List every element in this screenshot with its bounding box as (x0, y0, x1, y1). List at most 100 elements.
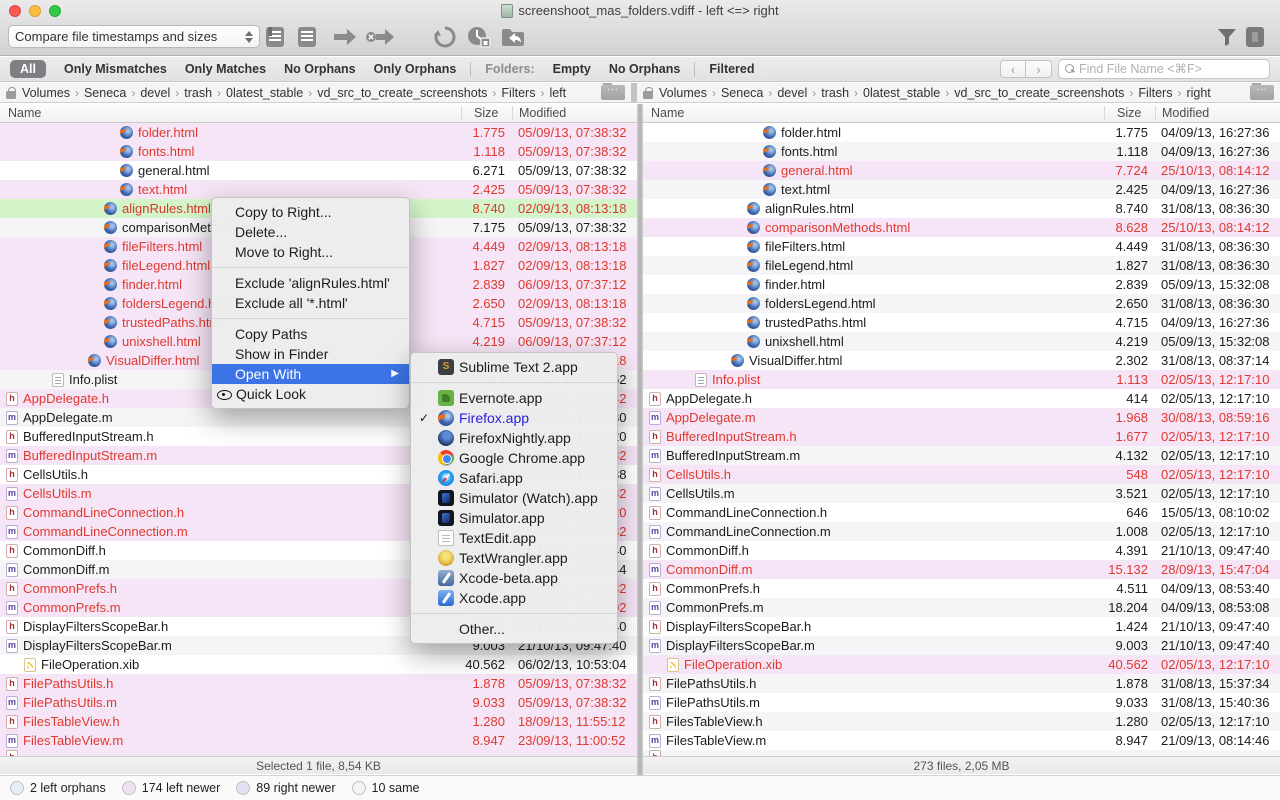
scope-button-filtered[interactable]: Filtered (709, 62, 754, 76)
column-header-size[interactable]: Size (461, 106, 512, 120)
file-row[interactable]: mFilePathsUtils.m9.03305/09/13, 07:38:32 (0, 693, 637, 712)
file-row[interactable]: mCellsUtils.m3.52102/05/13, 12:17:10 (643, 484, 1280, 503)
file-row[interactable]: mCommonPrefs.m18.20404/09/13, 08:53:08 (643, 598, 1280, 617)
menu-item-exclude-all-html[interactable]: Exclude all '*.html' (212, 293, 409, 313)
file-row[interactable]: hCommonDiff.h4.39121/10/13, 09:47:40 (643, 541, 1280, 560)
file-row[interactable]: fonts.html1.11805/09/13, 07:38:32 (0, 142, 637, 161)
open-with-item-firefox-app[interactable]: ✓Firefox.app (411, 408, 617, 428)
breadcrumb-segment[interactable]: right (1186, 86, 1210, 100)
folder-menu-button[interactable] (601, 85, 625, 100)
file-row[interactable]: fileLegend.html1.82731/08/13, 08:36:30 (643, 256, 1280, 275)
file-row[interactable]: hAppDelegate.h41402/05/13, 12:17:10 (643, 389, 1280, 408)
file-row[interactable]: finder.html2.83905/09/13, 15:32:08 (643, 275, 1280, 294)
scope-button-all[interactable]: All (10, 60, 46, 78)
open-with-item-xcode-beta-app[interactable]: Xcode-beta.app (411, 568, 617, 588)
file-row[interactable]: general.html7.72425/10/13, 08:14:12 (643, 161, 1280, 180)
folder-scope-button-no-orphans[interactable]: No Orphans (609, 62, 681, 76)
file-row[interactable]: fileFilters.html4.44931/08/13, 08:36:30 (643, 237, 1280, 256)
menu-item-copy-to-right[interactable]: Copy to Right... (212, 202, 409, 222)
open-with-item-textedit-app[interactable]: TextEdit.app (411, 528, 617, 548)
copy-to-right-button[interactable] (332, 24, 358, 50)
file-row[interactable]: unixshell.html4.21905/09/13, 15:32:08 (643, 332, 1280, 351)
menu-item-copy-paths[interactable]: Copy Paths (212, 324, 409, 344)
file-row[interactable]: hCommandLineConnection.h64615/05/13, 08:… (643, 503, 1280, 522)
session-list-right-button[interactable] (296, 24, 318, 50)
reveal-folder-button[interactable] (500, 24, 526, 50)
file-row[interactable]: folder.html1.77505/09/13, 07:38:32 (0, 123, 637, 142)
file-row[interactable]: mFilesTableView.m8.94721/09/13, 08:14:46 (643, 731, 1280, 750)
column-header-size[interactable]: Size (1104, 106, 1155, 120)
file-row[interactable]: mAppDelegate.m1.96830/08/13, 08:59:16 (643, 408, 1280, 427)
breadcrumb-segment[interactable]: Filters (1138, 86, 1172, 100)
scope-button-only-mismatches[interactable]: Only Mismatches (64, 62, 167, 76)
file-row[interactable]: mFilesTableView.m8.94723/09/13, 11:00:52 (0, 731, 637, 750)
file-row[interactable]: mCommandLineConnection.m1.00802/05/13, 1… (643, 522, 1280, 541)
breadcrumb-segment[interactable]: 0latest_stable (226, 86, 303, 100)
breadcrumb-segment[interactable]: vd_src_to_create_screenshots (317, 86, 487, 100)
scope-button-only-matches[interactable]: Only Matches (185, 62, 266, 76)
breadcrumb-segment[interactable]: vd_src_to_create_screenshots (954, 86, 1124, 100)
filter-button[interactable] (1216, 24, 1238, 50)
file-row[interactable]: hFilePathsUtils.h1.87805/09/13, 07:38:32 (0, 674, 637, 693)
file-row[interactable]: general.html6.27105/09/13, 07:38:32 (0, 161, 637, 180)
file-row[interactable]: mDisplayFiltersScopeBar.m9.00321/10/13, … (643, 636, 1280, 655)
open-with-item-simulator-app[interactable]: Simulator.app (411, 508, 617, 528)
search-input[interactable] (1079, 62, 1263, 76)
menu-item-delete[interactable]: Delete... (212, 222, 409, 242)
file-row[interactable]: hCellsUtils.h54802/05/13, 12:17:10 (643, 465, 1280, 484)
file-row[interactable]: hDisplayFiltersScopeBar.h1.42421/10/13, … (643, 617, 1280, 636)
file-row[interactable]: text.html2.42504/09/13, 16:27:36 (643, 180, 1280, 199)
breadcrumb-segment[interactable]: Seneca (84, 86, 126, 100)
open-with-item-xcode-app[interactable]: Xcode.app (411, 588, 617, 608)
file-row[interactable]: alignRules.html8.74031/08/13, 08:36:30 (643, 199, 1280, 218)
search-field[interactable] (1058, 59, 1270, 79)
file-row[interactable]: foldersLegend.html2.65031/08/13, 08:36:3… (643, 294, 1280, 313)
breadcrumb-segment[interactable]: Volumes (22, 86, 70, 100)
breadcrumb-segment[interactable]: trash (184, 86, 212, 100)
breadcrumb-segment[interactable]: Volumes (659, 86, 707, 100)
open-with-item-google-chrome-app[interactable]: Google Chrome.app (411, 448, 617, 468)
file-row[interactable]: VisualDiffer.html2.30231/08/13, 08:37:14 (643, 351, 1280, 370)
breadcrumb-segment[interactable]: trash (821, 86, 849, 100)
breadcrumb-segment[interactable]: 0latest_stable (863, 86, 940, 100)
open-with-item-textwrangler-app[interactable]: TextWrangler.app (411, 548, 617, 568)
open-with-item-simulator-watch-app[interactable]: Simulator (Watch).app (411, 488, 617, 508)
file-row[interactable]: comparisonMethods.html8.62825/10/13, 08:… (643, 218, 1280, 237)
menu-item-quick-look[interactable]: Quick Look (212, 384, 409, 404)
file-row[interactable]: FileOperation.xib40.56202/05/13, 12:17:1… (643, 655, 1280, 674)
file-row[interactable]: hFilePathsUtils.h1.87831/08/13, 15:37:34 (643, 674, 1280, 693)
column-header-modified[interactable]: Modified (1155, 106, 1280, 120)
folder-menu-button[interactable] (1250, 85, 1274, 100)
file-row[interactable]: hCommonPrefs.h4.51104/09/13, 08:53:40 (643, 579, 1280, 598)
file-row[interactable]: hFilesTableView.h1.28002/05/13, 12:17:10 (643, 712, 1280, 731)
back-button[interactable]: ‹ (1000, 60, 1026, 78)
compare-mode-select[interactable]: Compare file timestamps and sizes (8, 25, 260, 48)
open-with-item-firefoxnightly-app[interactable]: FirefoxNightly.app (411, 428, 617, 448)
move-to-right-button[interactable] (364, 24, 396, 50)
scope-button-only-orphans[interactable]: Only Orphans (374, 62, 457, 76)
file-row[interactable]: Info.plist1.11302/05/13, 12:17:10 (643, 370, 1280, 389)
breadcrumb-segment[interactable]: devel (140, 86, 170, 100)
column-header-name[interactable]: Name (0, 106, 461, 120)
file-row[interactable]: fonts.html1.11804/09/13, 16:27:36 (643, 142, 1280, 161)
folder-scope-button-empty[interactable]: Empty (553, 62, 591, 76)
breadcrumb-segment[interactable]: Seneca (721, 86, 763, 100)
open-with-item-safari-app[interactable]: Safari.app (411, 468, 617, 488)
compare-dates-button[interactable] (466, 24, 492, 50)
file-row[interactable]: mFilePathsUtils.m9.03331/08/13, 15:40:36 (643, 693, 1280, 712)
file-row[interactable]: hBufferedInputStream.h1.67702/05/13, 12:… (643, 427, 1280, 446)
file-row[interactable]: trustedPaths.html4.71504/09/13, 16:27:36 (643, 313, 1280, 332)
toggle-panel-button[interactable] (1244, 24, 1266, 50)
column-header-modified[interactable]: Modified (512, 106, 637, 120)
menu-item-open-with[interactable]: Open With▶ (212, 364, 409, 384)
breadcrumb-segment[interactable]: devel (777, 86, 807, 100)
column-header-name[interactable]: Name (643, 106, 1104, 120)
menu-item-show-in-finder[interactable]: Show in Finder (212, 344, 409, 364)
refresh-button[interactable] (433, 24, 457, 50)
breadcrumb-segment[interactable]: Filters (501, 86, 535, 100)
file-row[interactable]: mBufferedInputStream.m4.13202/05/13, 12:… (643, 446, 1280, 465)
menu-item-exclude-alignrules-html[interactable]: Exclude 'alignRules.html' (212, 273, 409, 293)
menu-item-move-to-right[interactable]: Move to Right... (212, 242, 409, 262)
open-with-item-sublime-text-2-app[interactable]: SSublime Text 2.app (411, 357, 617, 377)
file-row[interactable]: folder.html1.77504/09/13, 16:27:36 (643, 123, 1280, 142)
